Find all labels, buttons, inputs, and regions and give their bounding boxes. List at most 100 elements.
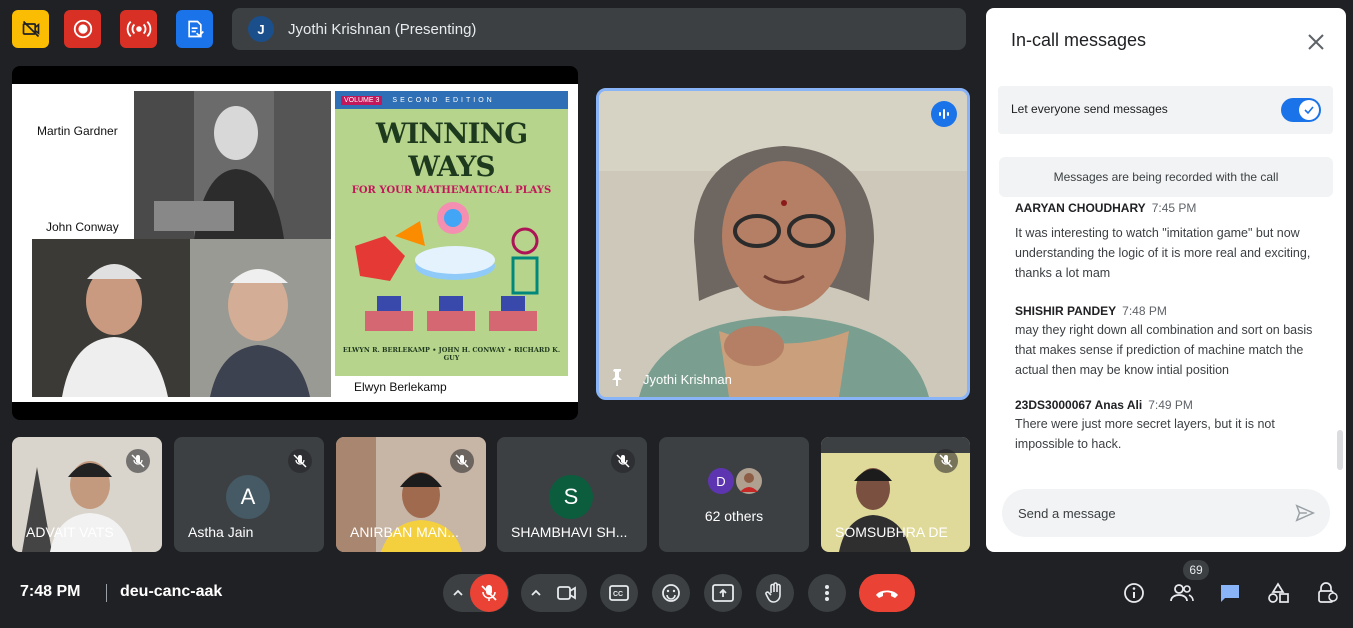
lock-person-icon (1318, 582, 1338, 603)
presenting-label: Jyothi Krishnan (Presenting) (288, 20, 477, 38)
participant-name: Astha Jain (188, 524, 254, 540)
svg-text:CC: CC (613, 591, 623, 598)
slide-label-martin-gardner: Martin Gardner (37, 124, 118, 138)
participant-tile[interactable]: ADVAIT VATS (12, 437, 162, 552)
book-volume: VOLUME 3 (341, 95, 383, 105)
muted-icon (934, 449, 958, 473)
camera-button[interactable] (548, 574, 586, 612)
participant-name: ADVAIT VATS (26, 524, 114, 540)
message-list[interactable]: AARYAN CHOUDHARY 7:45 PM It was interesti… (986, 203, 1346, 468)
activities-button[interactable] (1266, 581, 1290, 605)
speaker-name: Jyothi Krishnan (643, 372, 732, 387)
participant-count-badge: 69 (1183, 560, 1209, 580)
panel-title: In-call messages (1011, 30, 1147, 50)
present-screen-button[interactable] (704, 574, 742, 612)
participant-tile[interactable]: ANIRBAN MAN... (336, 437, 486, 552)
participant-tile[interactable]: S SHAMBHAVI SH... (497, 437, 647, 552)
divider (106, 584, 107, 602)
reactions-button[interactable] (652, 574, 690, 612)
book-authors: ELWYN R. BERLEKAMP • JOHN H. CONWAY • RI… (342, 346, 561, 362)
presenter-avatar: J (248, 16, 274, 42)
speaker-tile[interactable]: Jyothi Krishnan (596, 88, 970, 400)
captions-icon: CC (609, 585, 629, 601)
message-header: SHISHIR PANDEY 7:48 PM (1015, 304, 1315, 318)
presenting-banner[interactable]: J Jyothi Krishnan (Presenting) (232, 8, 966, 50)
muted-icon (611, 449, 635, 473)
message-item: AARYAN CHOUDHARY 7:45 PM (1015, 203, 1315, 215)
chat-scrollbar[interactable] (1337, 430, 1343, 470)
record-button[interactable] (64, 10, 101, 48)
chevron-up-icon[interactable] (529, 586, 543, 600)
meeting-details-button[interactable] (1122, 581, 1146, 605)
avatar (736, 468, 762, 494)
live-stream-button[interactable] (120, 10, 157, 48)
participant-tile[interactable]: SOMSUBHRA DE (821, 437, 970, 552)
message-time: 7:49 PM (1148, 398, 1193, 412)
no-video-share-button[interactable] (12, 10, 49, 48)
toggle-label: Let everyone send messages (1011, 102, 1168, 116)
info-icon (1124, 583, 1144, 603)
message-sender: SHISHIR PANDEY (1015, 304, 1117, 318)
speaker-video (599, 91, 967, 397)
book-subtitle: FOR YOUR MATHEMATICAL PLAYS (351, 185, 552, 196)
message-input[interactable] (1018, 503, 1278, 523)
pin-icon[interactable] (608, 367, 628, 387)
message-permission-row: Let everyone send messages (998, 86, 1333, 134)
allow-messages-toggle[interactable] (1281, 98, 1321, 122)
check-icon (1299, 100, 1319, 120)
chevron-up-icon[interactable] (451, 586, 465, 600)
leave-call-button[interactable] (859, 574, 915, 612)
muted-icon (126, 449, 150, 473)
people-icon (1170, 584, 1194, 602)
message-header: AARYAN CHOUDHARY 7:45 PM (1015, 203, 1315, 215)
avatar: D (708, 468, 734, 494)
presentation-slide: Martin Gardner John Conway Elwyn Berleka… (12, 84, 578, 402)
people-button[interactable] (1170, 581, 1194, 605)
send-icon[interactable] (1294, 502, 1316, 524)
elwyn-berlekamp-photo (190, 239, 331, 397)
host-controls-button[interactable] (1315, 581, 1339, 605)
activities-icon (1268, 582, 1289, 603)
participant-name: SHAMBHAVI SH... (511, 524, 628, 540)
speaking-indicator-icon (931, 101, 957, 127)
participant-name: SOMSUBHRA DE (835, 524, 948, 540)
john-conway-photo (32, 239, 190, 397)
others-count: 62 others (704, 508, 764, 524)
book-illustration (355, 202, 539, 331)
message-composer (1002, 489, 1330, 537)
hand-icon (765, 582, 781, 603)
message-item: It was interesting to watch "imitation g… (1015, 221, 1315, 283)
message-text: may they right down all combination and … (1015, 323, 1313, 377)
in-call-messages-panel: In-call messages Let everyone send messa… (986, 8, 1346, 552)
martin-gardner-photo (134, 91, 331, 239)
book-edition: SECOND EDITION (392, 96, 495, 104)
book-banner: VOLUME 3 SECOND EDITION (335, 91, 568, 109)
chat-button[interactable] (1218, 581, 1242, 605)
participant-name: ANIRBAN MAN... (350, 524, 459, 540)
message-text: It was interesting to watch "imitation g… (1015, 226, 1311, 280)
present-icon (712, 584, 734, 602)
message-item: SHISHIR PANDEY 7:48 PM may they right dow… (1015, 304, 1315, 380)
book-title: WINNING WAYS (375, 117, 528, 183)
mic-off-icon (481, 585, 497, 601)
recording-note: Messages are being recorded with the cal… (999, 157, 1333, 197)
transcript-button[interactable] (176, 10, 213, 48)
captions-button[interactable]: CC (600, 574, 638, 612)
message-sender: 23DS3000067 Anas Ali (1015, 398, 1143, 412)
more-options-button[interactable] (808, 574, 846, 612)
no-video-share-icon (22, 20, 39, 38)
close-icon[interactable] (1304, 30, 1328, 54)
microphone-button[interactable] (470, 574, 508, 612)
message-time: 7:48 PM (1122, 304, 1167, 318)
clock: 7:48 PM (20, 583, 81, 600)
presentation-stage[interactable]: Martin Gardner John Conway Elwyn Berleka… (12, 66, 578, 420)
end-call-icon (876, 590, 898, 598)
record-icon (73, 19, 92, 39)
meeting-code: deu-canc-aak (120, 583, 223, 600)
live-stream-icon (126, 21, 151, 37)
others-tile[interactable]: D 62 others (659, 437, 809, 552)
raise-hand-button[interactable] (756, 574, 794, 612)
slide-label-elwyn-berlekamp: Elwyn Berlekamp (354, 380, 447, 394)
message-item: 23DS3000067 Anas Ali 7:49 PM There were j… (1015, 398, 1315, 454)
participant-tile[interactable]: A Astha Jain (174, 437, 324, 552)
